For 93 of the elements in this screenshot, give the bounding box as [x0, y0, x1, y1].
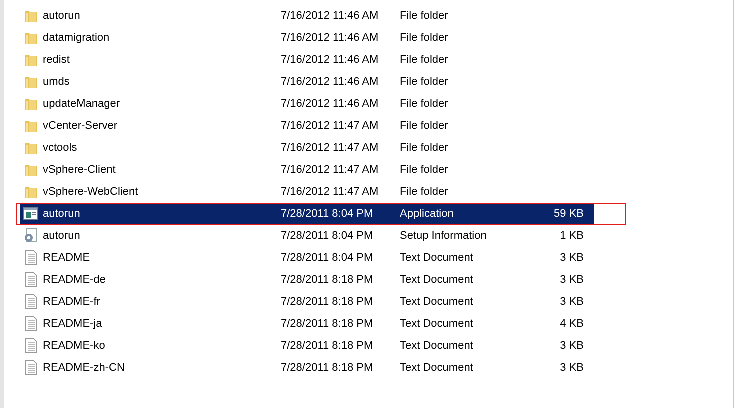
file-row[interactable]: vCenter-Server 7/16/2012 11:47 AM File folder [20, 116, 594, 136]
folder-icon [23, 8, 39, 24]
file-name[interactable]: vSphere-WebClient [43, 186, 281, 198]
file-type: File folder [400, 10, 450, 22]
file-type: File folder [400, 164, 450, 176]
date-modified: 7/28/2011 8:18 PM [281, 340, 374, 352]
file-row[interactable]: vSphere-WebClient 7/16/2012 11:47 AM File folder [20, 182, 594, 202]
file-type: Application [400, 208, 455, 220]
date-modified: 7/16/2012 11:47 AM [281, 186, 380, 198]
date-modified: 7/16/2012 11:46 AM [281, 10, 380, 22]
file-type: File folder [400, 76, 450, 88]
file-type: Text Document [400, 362, 474, 374]
file-type: Text Document [400, 340, 474, 352]
file-name[interactable]: updateManager [43, 98, 281, 110]
file-row[interactable]: autorun 7/16/2012 11:46 AM File folder [20, 6, 594, 26]
date-modified: 7/28/2011 8:04 PM [281, 252, 374, 264]
folder-icon [23, 118, 39, 134]
date-modified: 7/16/2012 11:46 AM [281, 76, 380, 88]
file-row[interactable]: README-zh-CN 7/28/2011 8:18 PM Text Document 3 KB [20, 358, 594, 378]
file-row[interactable]: vSphere-Client 7/16/2012 11:47 AM File folder [20, 160, 594, 180]
file-row[interactable]: umds 7/16/2012 11:46 AM File folder [20, 72, 594, 92]
file-type: Text Document [400, 252, 474, 264]
file-type: File folder [400, 142, 450, 154]
file-type: File folder [400, 120, 450, 132]
application-window-icon [23, 206, 39, 222]
file-row[interactable]: redist 7/16/2012 11:46 AM File folder [20, 50, 594, 70]
date-modified: 7/28/2011 8:18 PM [281, 362, 374, 374]
file-row[interactable]: README 7/28/2011 8:04 PM Text Document 3 KB [20, 248, 594, 268]
folder-icon [23, 96, 39, 112]
file-row[interactable]: autorun 7/28/2011 8:04 PM Setup Information 1 KB [20, 226, 594, 246]
date-modified: 7/16/2012 11:47 AM [281, 120, 380, 132]
file-name[interactable]: vctools [43, 142, 281, 154]
date-modified: 7/28/2011 8:04 PM [281, 208, 374, 220]
date-modified: 7/28/2011 8:18 PM [281, 274, 374, 286]
file-name[interactable]: redist [43, 54, 281, 66]
file-size: 3 KB [559, 274, 584, 286]
gear-document-icon [23, 228, 39, 244]
file-size: 3 KB [559, 340, 584, 352]
date-modified: 7/16/2012 11:47 AM [281, 142, 380, 154]
text-document-icon [23, 338, 39, 354]
file-name[interactable]: autorun [43, 10, 281, 22]
file-name[interactable]: autorun [43, 230, 281, 242]
file-name[interactable]: README-ja [43, 318, 281, 330]
file-row[interactable]: README-de 7/28/2011 8:18 PM Text Document 3 KB [20, 270, 594, 290]
file-row[interactable]: README-fr 7/28/2011 8:18 PM Text Document 3 KB [20, 292, 594, 312]
file-name[interactable]: README-de [43, 274, 281, 286]
date-modified: 7/28/2011 8:04 PM [281, 230, 374, 242]
file-type: Setup Information [400, 230, 488, 242]
file-name[interactable]: vCenter-Server [43, 120, 281, 132]
date-modified: 7/28/2011 8:18 PM [281, 296, 374, 308]
file-type: File folder [400, 54, 450, 66]
date-modified: 7/16/2012 11:46 AM [281, 54, 380, 66]
file-size: 4 KB [559, 318, 584, 330]
file-row[interactable]: autorun 7/28/2011 8:04 PM Application 59 KB [20, 204, 594, 224]
folder-icon [23, 52, 39, 68]
file-size: 3 KB [559, 362, 584, 374]
date-modified: 7/16/2012 11:46 AM [281, 32, 380, 44]
file-size: 3 KB [559, 296, 584, 308]
file-row[interactable]: datamigration 7/16/2012 11:46 AM File folder [20, 28, 594, 48]
file-type: Text Document [400, 318, 474, 330]
file-type: Text Document [400, 296, 474, 308]
file-row[interactable]: README-ko 7/28/2011 8:18 PM Text Document 3 KB [20, 336, 594, 356]
file-name[interactable]: README-zh-CN [43, 362, 281, 374]
file-size: 1 KB [559, 230, 584, 242]
folder-icon [23, 162, 39, 178]
file-name[interactable]: vSphere-Client [43, 164, 281, 176]
file-name[interactable]: autorun [43, 208, 281, 220]
file-row[interactable]: README-ja 7/28/2011 8:18 PM Text Document 4 KB [20, 314, 594, 334]
text-document-icon [23, 250, 39, 266]
text-document-icon [23, 294, 39, 310]
text-document-icon [23, 360, 39, 376]
file-name[interactable]: README-ko [43, 340, 281, 352]
file-name[interactable]: README [43, 252, 281, 264]
text-document-icon [23, 272, 39, 288]
text-document-icon [23, 316, 39, 332]
file-type: File folder [400, 98, 450, 110]
folder-icon [23, 184, 39, 200]
file-name[interactable]: datamigration [43, 32, 281, 44]
date-modified: 7/28/2011 8:18 PM [281, 318, 374, 330]
file-row[interactable]: updateManager 7/16/2012 11:46 AM File folder [20, 94, 594, 114]
file-name[interactable]: README-fr [43, 296, 281, 308]
folder-icon [23, 30, 39, 46]
folder-icon [23, 140, 39, 156]
date-modified: 7/16/2012 11:47 AM [281, 164, 380, 176]
file-type: File folder [400, 186, 450, 198]
file-size: 59 KB [553, 208, 584, 220]
folder-icon [23, 74, 39, 90]
file-row[interactable]: vctools 7/16/2012 11:47 AM File folder [20, 138, 594, 158]
date-modified: 7/16/2012 11:46 AM [281, 98, 380, 110]
file-name[interactable]: umds [43, 76, 281, 88]
file-size: 3 KB [559, 252, 584, 264]
file-type: Text Document [400, 274, 474, 286]
file-type: File folder [400, 32, 450, 44]
